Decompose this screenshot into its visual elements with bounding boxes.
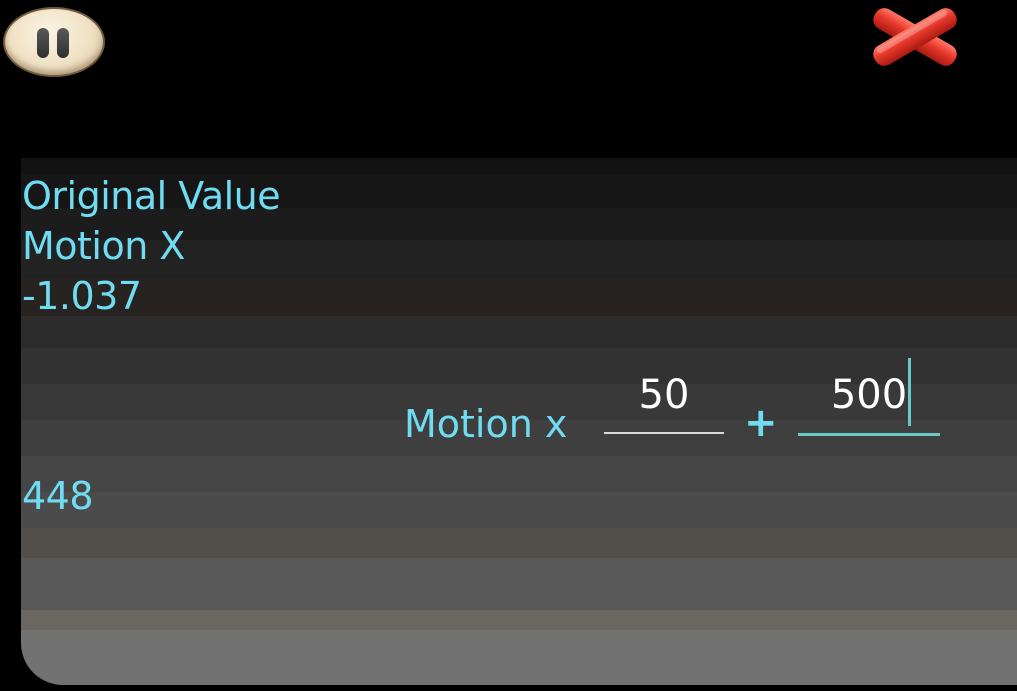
original-value-readout: -1.037 xyxy=(22,274,142,318)
text-caret xyxy=(908,358,911,426)
close-x-icon xyxy=(873,8,957,66)
close-button[interactable] xyxy=(862,0,968,74)
multiplier-value: 50 xyxy=(638,372,690,418)
offset-input[interactable]: 500 xyxy=(798,372,940,436)
offset-value: 500 xyxy=(830,372,908,418)
sensor-name-label: Motion X xyxy=(22,224,185,268)
original-value-heading: Original Value xyxy=(22,174,281,218)
multiplier-input[interactable]: 50 xyxy=(604,372,724,434)
computed-value-readout: 448 xyxy=(22,474,94,518)
plus-operator: + xyxy=(744,400,778,446)
pause-icon xyxy=(35,28,71,58)
pause-button[interactable] xyxy=(3,7,105,77)
formula-variable-label: Motion x xyxy=(404,402,568,446)
